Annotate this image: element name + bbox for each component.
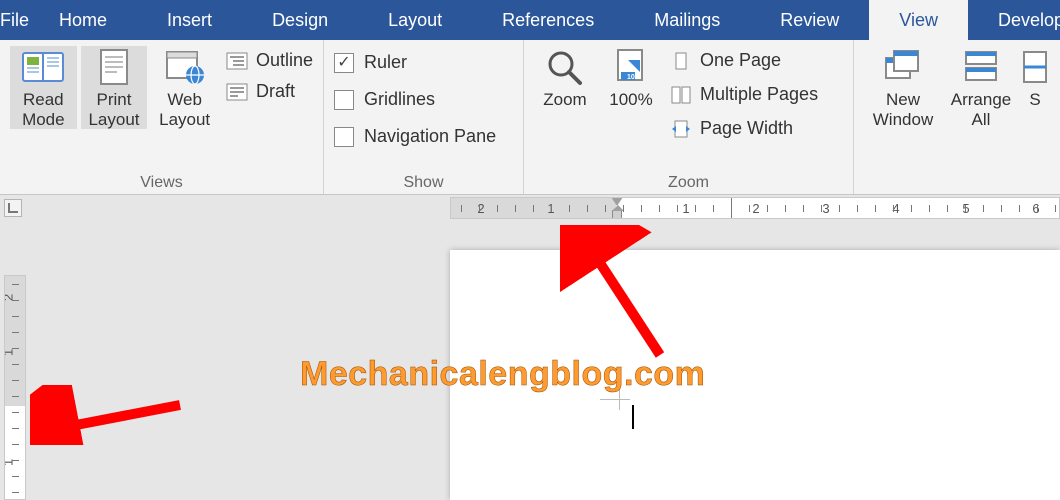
web-layout-icon [164,48,206,86]
group-views-label: Views [10,170,313,192]
tab-home[interactable]: Home [29,0,137,40]
read-mode-button[interactable]: Read Mode [10,46,77,129]
zoom-icon [544,48,586,86]
svg-text:100: 100 [627,74,639,81]
tab-review[interactable]: Review [750,0,869,40]
horizontal-ruler[interactable]: 2 1 1 2 3 4 5 6 7 [450,197,1060,219]
split-label: S [1029,90,1040,110]
page-width-button[interactable]: Page Width [670,118,818,139]
group-zoom-label: Zoom [534,170,843,192]
one-page-icon [670,52,692,70]
outline-icon [226,52,248,70]
watermark-text: Mechanicalengblog.com [300,355,705,394]
tab-mailings[interactable]: Mailings [624,0,750,40]
hundred-percent-icon: 100 [610,48,652,86]
ruler-number: 1 [4,349,16,356]
tab-insert[interactable]: Insert [137,0,242,40]
page-width-icon [670,120,692,138]
tab-layout[interactable]: Layout [358,0,472,40]
arrange-all-icon [960,48,1002,86]
tab-references[interactable]: References [472,0,624,40]
zoom-label: Zoom [543,90,586,110]
checkbox-icon [334,53,354,73]
group-views: Read Mode Print Layout Web Layout Outlin… [0,40,324,194]
ruler-origin-icon[interactable] [4,199,22,217]
web-layout-button[interactable]: Web Layout [151,46,218,129]
tab-design[interactable]: Design [242,0,358,40]
hundred-percent-button[interactable]: 100 100% [600,46,662,110]
arrange-all-button[interactable]: Arrange All [946,46,1016,129]
one-page-label: One Page [700,50,781,71]
tab-developer[interactable]: Develop [968,0,1060,40]
read-mode-icon [22,48,64,86]
annotation-arrow-icon [30,385,190,445]
vertical-ruler[interactable]: 2 1 1 [4,275,26,500]
new-window-icon [882,48,924,86]
draft-button[interactable]: Draft [226,81,313,102]
ribbon: Read Mode Print Layout Web Layout Outlin… [0,40,1060,195]
ruler-number: 6 [1032,201,1039,216]
document-area: 2 1 1 2 3 4 5 6 7 2 1 1 Mechanicalengblo… [0,195,1060,500]
multiple-pages-label: Multiple Pages [700,84,818,105]
group-show: Ruler Gridlines Navigation Pane Show [324,40,524,194]
page-width-label: Page Width [700,118,793,139]
ruler-number: 1 [682,201,689,216]
one-page-button[interactable]: One Page [670,50,818,71]
navigation-pane-checkbox[interactable]: Navigation Pane [334,126,496,147]
read-mode-label: Read Mode [10,90,77,129]
multiple-pages-button[interactable]: Multiple Pages [670,84,818,105]
new-window-label: New Window [864,90,942,129]
draft-icon [226,83,248,101]
ruler-number: 2 [752,201,759,216]
tab-file[interactable]: File [0,0,29,40]
outline-button[interactable]: Outline [226,50,313,71]
ribbon-tabs-bar: File Home Insert Design Layout Reference… [0,0,1060,40]
ruler-number: 5 [962,201,969,216]
draft-label: Draft [256,81,295,102]
hundred-percent-label: 100% [609,90,652,110]
web-layout-label: Web Layout [151,90,218,129]
print-layout-label: Print Layout [81,90,148,129]
group-show-label: Show [334,170,513,192]
gridlines-checkbox[interactable]: Gridlines [334,89,496,110]
tab-view[interactable]: View [869,0,968,40]
gridlines-label: Gridlines [364,89,435,110]
group-window: New Window Arrange All S [854,40,1060,194]
arrange-all-label: Arrange All [946,90,1016,129]
print-layout-button[interactable]: Print Layout [81,46,148,129]
navigation-pane-label: Navigation Pane [364,126,496,147]
hanging-indent-marker[interactable] [612,210,622,219]
split-icon [1022,48,1048,86]
text-cursor [632,405,634,429]
group-zoom: Zoom 100 100% One Page Multiple Pages Pa… [524,40,854,194]
print-layout-icon [93,48,135,86]
checkbox-icon [334,127,354,147]
new-window-button[interactable]: New Window [864,46,942,129]
zoom-button[interactable]: Zoom [534,46,596,110]
checkbox-icon [334,90,354,110]
group-window-label [864,188,1050,192]
multiple-pages-icon [670,86,692,104]
ruler-label: Ruler [364,52,407,73]
ruler-checkbox[interactable]: Ruler [334,52,496,73]
outline-label: Outline [256,50,313,71]
ruler-number: 3 [822,201,829,216]
split-button[interactable]: S [1020,46,1050,110]
